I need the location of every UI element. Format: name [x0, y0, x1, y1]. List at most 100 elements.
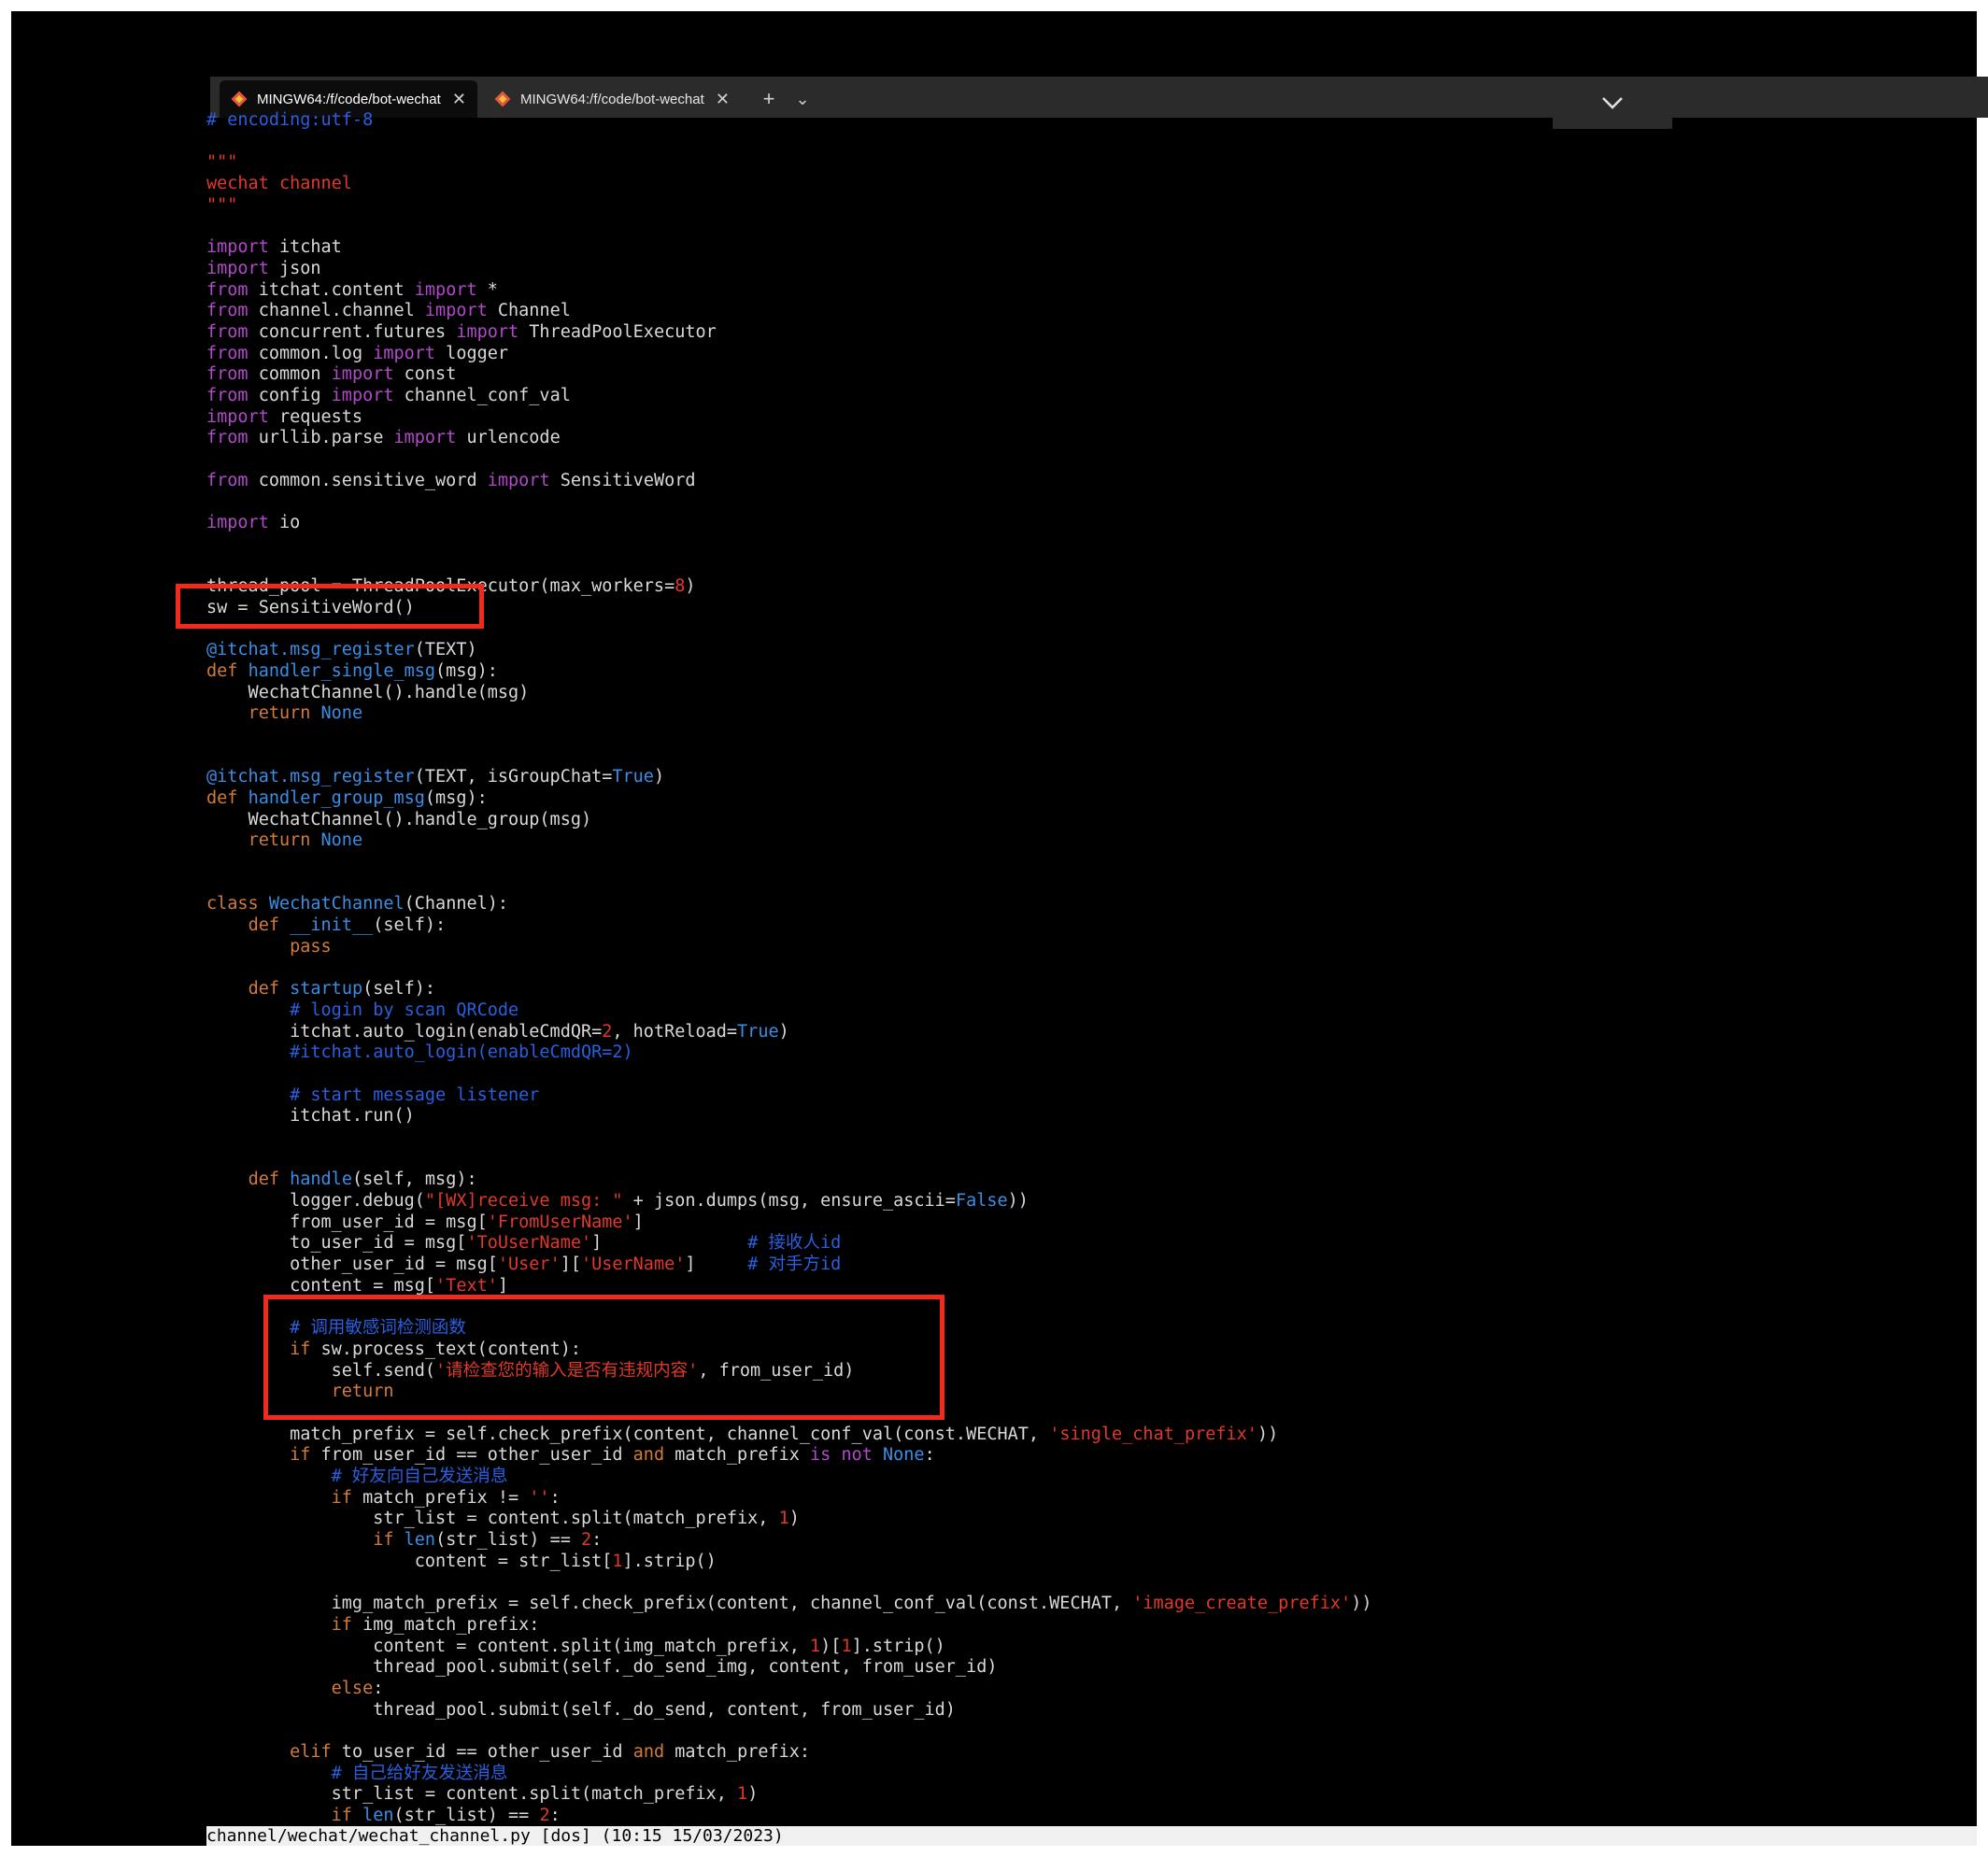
- code-token: 'UserName': [580, 1255, 686, 1275]
- code-token: 8: [674, 576, 686, 597]
- code-token: @itchat.msg_register: [206, 767, 415, 787]
- code-token: ].strip(): [622, 1551, 717, 1571]
- code-line: #itchat.auto_login(enableCmdQR=2): [206, 1042, 1371, 1064]
- code-token: match_prefix = self.check_prefix(content…: [206, 1424, 1050, 1444]
- code-token: config: [248, 385, 332, 405]
- code-token: WechatChannel().handle(msg): [206, 682, 530, 702]
- code-token: # start message listener: [290, 1084, 540, 1105]
- code-token: channel_conf_val: [393, 385, 571, 405]
- code-token: from: [206, 428, 248, 448]
- code-token: ): [653, 767, 665, 787]
- collapse-chevron-button[interactable]: [1553, 77, 1672, 129]
- code-token: #itchat.auto_login(enableCmdQR=2): [290, 1042, 633, 1063]
- code-line: from_user_id = msg['FromUserName']: [206, 1212, 1371, 1234]
- code-token: )): [1257, 1424, 1279, 1444]
- code-token: 1: [737, 1784, 748, 1805]
- code-token: # 好友向自己发送消息: [331, 1467, 508, 1486]
- code-token: "[WX]receive msg: ": [424, 1191, 623, 1212]
- code-token: )): [1007, 1191, 1029, 1212]
- code-token: (str_list) ==: [435, 1530, 581, 1551]
- code-token: itchat: [268, 237, 342, 258]
- code-line: img_match_prefix = self.check_prefix(con…: [206, 1594, 1372, 1615]
- code-token: # 对手方id: [747, 1255, 842, 1275]
- code-token: None: [320, 703, 363, 724]
- code-token: ]: [591, 1233, 748, 1254]
- code-token: from: [206, 364, 248, 385]
- code-token: import: [424, 301, 488, 321]
- code-token: def: [248, 979, 279, 999]
- close-tab-icon[interactable]: ✕: [716, 90, 730, 109]
- code-token: (msg):: [435, 660, 498, 681]
- code-token: str_list = content.split(match_prefix,: [206, 1784, 738, 1805]
- code-token: img_match_prefix:: [351, 1614, 540, 1635]
- code-token: def: [206, 788, 238, 808]
- code-token: import: [487, 470, 550, 490]
- code-view[interactable]: # encoding:utf-8 """ wechat channel """ impo…: [206, 110, 1371, 1827]
- close-tab-icon[interactable]: ✕: [452, 90, 466, 109]
- code-line: wechat channel: [206, 174, 1371, 195]
- code-token: )): [1351, 1594, 1372, 1614]
- code-token: elif: [290, 1741, 332, 1762]
- code-token: thread_pool.submit(self._do_send, conten…: [206, 1699, 956, 1720]
- code-line: def startup(self):: [206, 979, 1371, 1000]
- code-token: handler_group_msg: [248, 788, 425, 808]
- code-token: :: [924, 1445, 935, 1466]
- code-token: common.log: [248, 343, 374, 363]
- code-token: 'image_create_prefix': [1132, 1594, 1352, 1614]
- code-token: startup: [290, 979, 363, 999]
- code-token: 1: [841, 1636, 852, 1656]
- code-token: requests: [268, 406, 363, 427]
- code-token: (Channel):: [404, 894, 509, 914]
- code-token: ThreadPoolExecutor: [518, 321, 717, 342]
- code-line: import itchat: [206, 237, 1371, 259]
- code-token: ): [778, 1021, 789, 1042]
- code-line: class WechatChannel(Channel):: [206, 894, 1371, 915]
- code-token: :: [549, 1806, 561, 1825]
- code-token: return: [248, 703, 311, 724]
- code-token: """: [206, 194, 238, 215]
- code-token: json: [268, 258, 321, 278]
- code-token: ): [788, 1509, 800, 1529]
- code-line: if from_user_id == other_user_id and mat…: [206, 1445, 1371, 1467]
- code-token: len: [362, 1806, 394, 1825]
- code-line: if len(str_list) == 2:: [206, 1806, 1371, 1827]
- code-token: , hotReload=: [612, 1021, 738, 1042]
- code-token: handle: [290, 1169, 352, 1190]
- code-line: # start message listener: [206, 1085, 1371, 1107]
- tab-label: MINGW64:/f/code/bot-wechat: [257, 91, 441, 107]
- code-token: def: [248, 915, 279, 936]
- code-token: @itchat.msg_register: [206, 640, 415, 660]
- code-token: import: [206, 513, 269, 533]
- code-token: itchat.content: [248, 279, 415, 300]
- code-line: logger.debug("[WX]receive msg: " + json.…: [206, 1191, 1371, 1212]
- code-token: ): [685, 576, 696, 597]
- highlight-box-sensitive-word-init: [176, 584, 484, 629]
- code-token: ]: [685, 1255, 748, 1275]
- code-token: (self):: [373, 915, 447, 936]
- code-token: else: [331, 1678, 374, 1698]
- code-token: None: [320, 830, 363, 851]
- code-line: pass: [206, 937, 1371, 958]
- code-token: 1: [612, 1551, 623, 1571]
- code-token: from_user_id == other_user_id: [310, 1445, 633, 1466]
- code-token: logger: [435, 343, 509, 363]
- code-token: 2: [539, 1806, 550, 1825]
- code-line: thread_pool.submit(self._do_send, conten…: [206, 1700, 1371, 1722]
- code-token: match_prefix:: [664, 1741, 811, 1762]
- highlight-box-sensitive-check: [263, 1295, 944, 1420]
- code-line: str_list = content.split(match_prefix, 1…: [206, 1784, 1371, 1806]
